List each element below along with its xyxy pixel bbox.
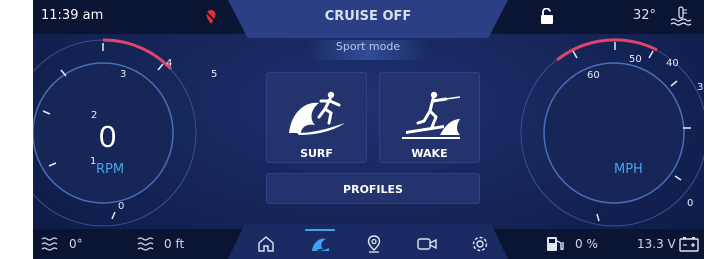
navigation-off-icon[interactable] bbox=[203, 9, 219, 25]
rpm-gauge: 0 1 2 3 4 5 0 RPM bbox=[33, 36, 217, 230]
battery-voltage-value: 13.3 V bbox=[637, 237, 676, 251]
active-tab-indicator bbox=[305, 229, 335, 231]
water-depth-value: 0 ft bbox=[164, 237, 185, 251]
surf-icon bbox=[289, 91, 345, 135]
rpm-tick-label: 2 bbox=[91, 110, 98, 121]
fuel-level-value: 0 % bbox=[575, 237, 598, 251]
rpm-tick-label: 0 bbox=[118, 201, 125, 212]
speed-gauge: 0 10 20 30 40 50 60 MPH bbox=[519, 36, 704, 230]
speed-tick-label: 40 bbox=[666, 58, 679, 69]
rpm-value: 0 bbox=[99, 119, 117, 154]
rpm-tick-label: 5 bbox=[211, 69, 218, 80]
wave-icon[interactable] bbox=[310, 235, 330, 253]
speed-tick-label: 50 bbox=[629, 54, 642, 65]
location-pin-icon[interactable] bbox=[364, 235, 384, 253]
profiles-label: PROFILES bbox=[343, 183, 403, 196]
speed-tick-label: 0 bbox=[687, 198, 694, 209]
unlock-icon[interactable] bbox=[540, 8, 554, 24]
speed-unit: MPH bbox=[614, 162, 643, 177]
wake-label: WAKE bbox=[411, 147, 448, 160]
water-temperature-icon bbox=[670, 6, 692, 26]
clock: 11:39 am bbox=[41, 8, 104, 23]
profiles-button[interactable]: PROFILES bbox=[266, 173, 480, 204]
water-level-icon bbox=[41, 237, 58, 251]
rpm-tick-label: 3 bbox=[120, 69, 127, 80]
boat-dashboard: 11:39 am CRUISE OFF 32° Sport mode 0 1 2… bbox=[33, 0, 704, 259]
rpm-tick-label: 4 bbox=[166, 58, 173, 69]
rpm-unit: RPM bbox=[96, 162, 125, 177]
speed-tick-label: 30 bbox=[697, 82, 704, 93]
water-temperature: 32° bbox=[633, 8, 657, 23]
camera-icon[interactable] bbox=[417, 235, 437, 253]
fuel-pump-icon bbox=[547, 237, 564, 251]
water-angle-value: 0° bbox=[69, 237, 83, 251]
wake-mode-button[interactable]: WAKE bbox=[379, 72, 480, 163]
cruise-status[interactable]: CRUISE OFF bbox=[228, 9, 508, 24]
battery-icon bbox=[679, 237, 699, 252]
surf-label: SURF bbox=[300, 147, 333, 160]
wakeboard-icon bbox=[402, 91, 461, 139]
speed-tick-label: 60 bbox=[587, 70, 600, 81]
surf-mode-button[interactable]: SURF bbox=[266, 72, 367, 163]
settings-gear-icon[interactable] bbox=[470, 235, 490, 253]
home-icon[interactable] bbox=[256, 235, 276, 253]
water-depth-icon bbox=[137, 237, 154, 251]
drive-mode-label[interactable]: Sport mode bbox=[308, 40, 428, 60]
